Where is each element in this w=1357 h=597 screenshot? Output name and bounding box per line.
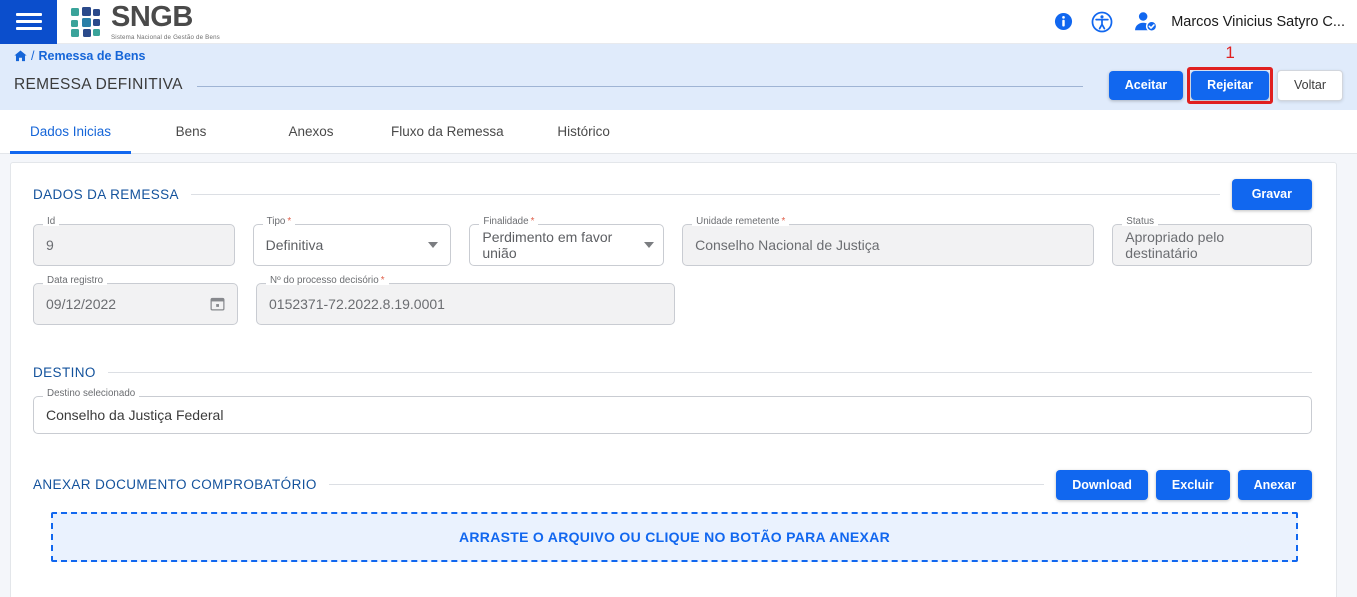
reject-button[interactable]: Rejeitar	[1191, 71, 1270, 100]
field-data-registro-label: Data registro	[43, 275, 108, 286]
field-finalidade[interactable]: Finalidade * Perdimento em favor união	[469, 216, 665, 266]
field-status-label: Status	[1122, 216, 1159, 227]
hamburger-icon-line	[15, 27, 42, 30]
page-header-band: / Remessa de Bens REMESSA DEFINITIVA Ace…	[0, 43, 1357, 110]
tab-dados-inicias[interactable]: Dados Inicias	[10, 110, 132, 154]
field-id: Id 9	[33, 216, 235, 266]
field-finalidade-value: Perdimento em favor união	[482, 228, 613, 261]
field-destino-selecionado[interactable]: Destino selecionado Conselho da Justiça …	[33, 388, 1312, 434]
section-title-destino: DESTINO	[33, 364, 96, 380]
chevron-down-icon[interactable]	[644, 241, 655, 248]
section-dados-da-remessa-header: DADOS DA REMESSA Gravar	[33, 179, 1312, 210]
sngb-logo-icon	[71, 6, 100, 37]
dropzone-label: ARRASTE O ARQUIVO OU CLIQUE NO BOTÃO PAR…	[458, 529, 891, 545]
field-destino-selecionado-value[interactable]: Conselho da Justiça Federal	[33, 395, 1312, 434]
calendar-icon[interactable]	[210, 296, 225, 311]
brand-name: SNGB	[111, 0, 193, 33]
reject-button-wrapper: 1 Rejeitar	[1187, 43, 1274, 104]
user-avatar-icon[interactable]	[1131, 10, 1159, 34]
page-title: REMESSA DEFINITIVA	[14, 76, 183, 94]
brand-logo: SNGB Sistema Nacional de Gestão de Bens	[71, 0, 220, 41]
page-actions: Aceitar 1 Rejeitar Voltar	[1108, 43, 1357, 104]
destino-row: Destino selecionado Conselho da Justiça …	[33, 388, 1312, 434]
field-tipo-label: Tipo *	[262, 216, 296, 227]
download-button[interactable]: Download	[1056, 469, 1148, 500]
save-button[interactable]: Gravar	[1231, 179, 1312, 210]
field-tipo-value: Definitiva	[265, 236, 324, 253]
field-processo-decisorio-label: Nº do processo decisório *	[266, 275, 389, 286]
form-row-2: Data registro 09/12/2022 Nº do processo …	[33, 275, 1312, 325]
field-data-registro-value: 09/12/2022	[46, 295, 117, 312]
delete-button[interactable]: Excluir	[1155, 469, 1230, 500]
field-id-label: Id	[43, 216, 60, 227]
user-name-label[interactable]: Marcos Vinicius Satyro C...	[1171, 14, 1345, 30]
section-divider	[107, 371, 1312, 373]
breadcrumb-current[interactable]: Remessa de Bens	[38, 49, 145, 63]
title-divider	[196, 85, 1083, 87]
field-processo-decisorio: Nº do processo decisório * 0152371-72.202…	[256, 275, 675, 325]
accept-button[interactable]: Aceitar	[1108, 71, 1184, 100]
section-divider	[190, 193, 1220, 195]
hamburger-icon-line	[15, 20, 42, 23]
brand-tagline: Sistema Nacional de Gestão de Bens	[111, 33, 220, 41]
field-unidade-remetente-value: Conselho Nacional de Justiça	[682, 223, 1095, 266]
section-anexar-header: ANEXAR DOCUMENTO COMPROBATÓRIO Download …	[33, 469, 1312, 500]
top-bar-actions: Marcos Vinicius Satyro C...	[1054, 10, 1357, 34]
form-row-1: Id 9 Tipo * Definitiva Finalidade * Perdim…	[33, 216, 1312, 266]
tab-anexos[interactable]: Anexos	[251, 110, 371, 153]
field-id-value: 9	[33, 223, 235, 266]
section-title-anexar-documento: ANEXAR DOCUMENTO COMPROBATÓRIO	[33, 477, 317, 493]
chevron-down-icon[interactable]	[428, 241, 439, 248]
back-button[interactable]: Voltar	[1277, 70, 1343, 101]
attach-button[interactable]: Anexar	[1237, 469, 1312, 500]
field-data-registro-control[interactable]: 09/12/2022	[33, 282, 238, 325]
field-unidade-remetente: Unidade remetente * Conselho Nacional de …	[682, 216, 1095, 266]
section-title-dados-da-remessa: DADOS DA REMESSA	[33, 186, 179, 202]
hamburger-menu-button[interactable]	[0, 0, 57, 44]
tab-fluxo-da-remessa[interactable]: Fluxo da Remessa	[371, 110, 524, 153]
field-processo-decisorio-value: 0152371-72.2022.8.19.0001	[256, 282, 675, 325]
tab-historico[interactable]: Histórico	[524, 110, 644, 153]
field-finalidade-label: Finalidade *	[479, 216, 539, 227]
accessibility-icon[interactable]	[1091, 11, 1113, 33]
breadcrumb: / Remessa de Bens	[0, 49, 1357, 63]
field-data-registro[interactable]: Data registro 09/12/2022	[33, 275, 238, 325]
section-divider	[328, 484, 1045, 486]
section-destino-header: DESTINO	[33, 365, 1312, 380]
field-finalidade-control[interactable]: Perdimento em favor união	[469, 223, 665, 266]
field-destino-selecionado-label: Destino selecionado	[43, 388, 140, 399]
attachment-actions: Download Excluir Anexar	[1056, 469, 1312, 500]
info-icon[interactable]	[1054, 12, 1073, 31]
field-status: Status Apropriado pelo destinatário	[1112, 216, 1312, 266]
field-tipo-control[interactable]: Definitiva	[252, 223, 452, 266]
home-icon[interactable]	[14, 50, 27, 62]
field-status-value: Apropriado pelo destinatário	[1112, 223, 1312, 266]
top-bar: SNGB Sistema Nacional de Gestão de Bens	[0, 0, 1357, 44]
breadcrumb-separator: /	[31, 49, 35, 63]
field-unidade-remetente-label: Unidade remetente *	[692, 216, 790, 227]
tab-bens[interactable]: Bens	[131, 110, 251, 153]
title-row: REMESSA DEFINITIVA Aceitar 1 Rejeitar Vo…	[0, 43, 1357, 104]
annotation-marker-1: 1	[1225, 43, 1235, 62]
tab-bar: Dados Inicias Bens Anexos Fluxo da Remes…	[0, 110, 1357, 154]
content-card: DADOS DA REMESSA Gravar Id 9 Tipo * Defin…	[10, 162, 1337, 597]
file-dropzone[interactable]: ARRASTE O ARQUIVO OU CLIQUE NO BOTÃO PAR…	[51, 512, 1298, 562]
field-tipo[interactable]: Tipo * Definitiva	[252, 216, 452, 266]
hamburger-icon-line	[15, 13, 42, 16]
